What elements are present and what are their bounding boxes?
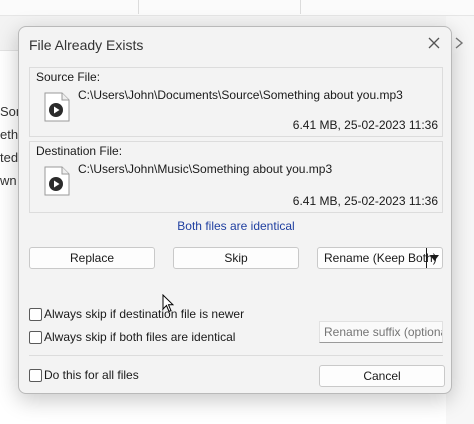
source-file-meta: 6.41 MB, 25-02-2023 11:36 bbox=[292, 118, 438, 132]
background-text: ted bbox=[0, 150, 19, 165]
destination-file-label: Destination File: bbox=[36, 144, 123, 158]
media-file-icon bbox=[44, 92, 70, 122]
destination-file-meta: 6.41 MB, 25-02-2023 11:36 bbox=[292, 194, 438, 208]
rename-button-label: Rename (Keep Both) bbox=[324, 251, 437, 265]
chevron-icon[interactable] bbox=[452, 36, 466, 50]
skip-if-newer-checkbox[interactable] bbox=[29, 307, 42, 321]
cancel-button[interactable]: Cancel bbox=[319, 365, 445, 387]
apply-to-all-option[interactable]: Do this for all files bbox=[29, 368, 139, 382]
toolbar-divider bbox=[138, 0, 139, 14]
rename-dropdown-toggle[interactable] bbox=[426, 248, 442, 268]
mouse-cursor-icon bbox=[162, 294, 174, 313]
toolbar-divider bbox=[300, 0, 301, 14]
background-toolbar bbox=[0, 0, 474, 16]
destination-file-path: C:\Users\John\Music\Something about you.… bbox=[78, 162, 333, 176]
skip-if-identical-option[interactable]: Always skip if both files are identical bbox=[29, 330, 235, 344]
rename-keep-both-button[interactable]: Rename (Keep Both) bbox=[317, 247, 443, 269]
apply-to-all-checkbox[interactable] bbox=[29, 368, 42, 382]
skip-if-newer-label: Always skip if destination file is newer bbox=[44, 307, 245, 321]
dropdown-arrow-icon bbox=[430, 255, 439, 261]
file-exists-dialog: File Already Exists Source File: C:\User… bbox=[18, 26, 452, 394]
source-file-path: C:\Users\John\Documents\Source\Something… bbox=[78, 88, 403, 102]
destination-file-group: Destination File: C:\Users\John\Music\So… bbox=[29, 141, 443, 213]
source-file-label: Source File: bbox=[36, 70, 101, 84]
skip-if-identical-checkbox[interactable] bbox=[29, 330, 42, 344]
close-icon bbox=[428, 37, 440, 49]
dialog-title: File Already Exists bbox=[29, 37, 144, 53]
dialog-divider bbox=[29, 355, 443, 356]
replace-button[interactable]: Replace bbox=[29, 247, 155, 269]
skip-if-newer-option[interactable]: Always skip if destination file is newer bbox=[29, 307, 244, 321]
status-message: Both files are identical bbox=[177, 219, 295, 233]
media-file-icon bbox=[44, 166, 70, 196]
apply-to-all-label: Do this for all files bbox=[44, 368, 139, 382]
skip-if-identical-label: Always skip if both files are identical bbox=[44, 330, 236, 344]
close-button[interactable] bbox=[423, 33, 445, 53]
skip-button[interactable]: Skip bbox=[173, 247, 299, 269]
source-file-group: Source File: C:\Users\John\Documents\Sou… bbox=[29, 67, 443, 137]
rename-suffix-input[interactable] bbox=[319, 321, 443, 343]
